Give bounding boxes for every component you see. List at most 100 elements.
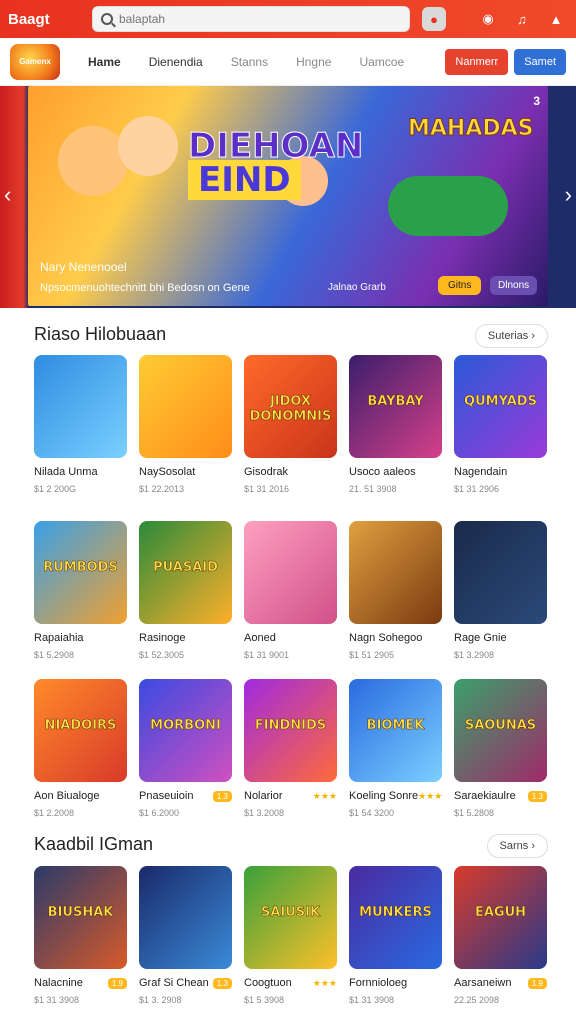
- site-logo[interactable]: Gamenx: [10, 43, 60, 80]
- game-title[interactable]: Rapaiahia: [34, 632, 84, 644]
- game-thumbnail[interactable]: MUNKERS: [349, 866, 442, 969]
- game-title[interactable]: Aarsaneiwn: [454, 977, 511, 989]
- game-title[interactable]: Usoco aaleos: [349, 466, 416, 478]
- see-all-button-2[interactable]: Sarns ›: [486, 834, 548, 858]
- game-title[interactable]: Nolarior: [244, 790, 283, 802]
- nav-link-2[interactable]: Dienendia: [149, 55, 203, 69]
- user-icon[interactable]: ▲: [544, 7, 568, 31]
- game-card[interactable]: RUMBODS Rapaiahia $1 5.2908: [34, 521, 127, 660]
- see-all-button-1[interactable]: Suterias ›: [474, 324, 548, 348]
- nav-link-home[interactable]: Hame: [88, 55, 121, 69]
- game-title[interactable]: Gisodrak: [244, 466, 288, 478]
- game-meta: $1 5.2908: [34, 650, 75, 660]
- game-thumbnail[interactable]: MORBONI: [139, 679, 232, 782]
- game-card[interactable]: MUNKERS Fornnioloeg $1 31 3908: [349, 866, 442, 1005]
- game-title[interactable]: NaySosolat: [139, 466, 195, 478]
- game-card[interactable]: MORBONI Pnaseuioin 1.3 $1 6.2000: [139, 679, 232, 818]
- hero-button-secondary[interactable]: Dlnons: [490, 276, 538, 295]
- game-title[interactable]: Koeling Sonre: [349, 790, 418, 802]
- game-card[interactable]: Nilada Unma $1 2 200G: [34, 355, 127, 494]
- search-bar[interactable]: [92, 6, 410, 32]
- game-title[interactable]: Coogtuon: [244, 977, 292, 989]
- game-card[interactable]: EAGUH Aarsaneiwn 1.9 22.25 2098: [454, 866, 547, 1005]
- game-card[interactable]: SAIUSIK Coogtuon ★★★ $1 5 3908: [244, 866, 337, 1005]
- primary-nav-button[interactable]: Nanmerr: [445, 48, 509, 75]
- chevron-left-icon[interactable]: ‹: [4, 182, 11, 208]
- game-card[interactable]: BAYBAY Usoco aaleos 21. 51 3908: [349, 355, 442, 494]
- card-title-row: Usoco aaleos: [349, 466, 442, 478]
- game-title[interactable]: Fornnioloeg: [349, 977, 407, 989]
- game-title[interactable]: Pnaseuioin: [139, 790, 193, 802]
- search-icon: [101, 13, 113, 25]
- game-card[interactable]: NIADOIRS Aon Biualoge $1 2.2008: [34, 679, 127, 818]
- game-title[interactable]: Aon Biualoge: [34, 790, 99, 802]
- star-rating-icon: ★★★: [418, 790, 443, 801]
- game-card[interactable]: Aoned $1 31 9001: [244, 521, 337, 660]
- game-thumbnail[interactable]: QUMYADS: [454, 355, 547, 458]
- game-meta: 22.25 2098: [454, 995, 500, 1005]
- game-card[interactable]: Rage Gnie $1 3.2908: [454, 521, 547, 660]
- hero-button-primary[interactable]: Gitns: [438, 276, 482, 295]
- game-art-text: JIDOX DONOMNIS: [249, 394, 332, 425]
- game-thumbnail[interactable]: [139, 355, 232, 458]
- game-art-text: RUMBODS: [43, 560, 118, 576]
- secondary-nav-button[interactable]: Samet: [514, 48, 566, 75]
- game-art-text: SAOUNAS: [464, 718, 537, 734]
- game-card[interactable]: PUASAID Rasinoge $1 52.3005: [139, 521, 232, 660]
- top-bar: Baagt ● ◉ ♫ ▲: [0, 0, 576, 38]
- nav-link-5[interactable]: Uamcoe: [359, 55, 404, 69]
- game-title[interactable]: Graf Si Chean: [139, 977, 209, 989]
- card-title-row: Aarsaneiwn 1.9: [454, 977, 547, 989]
- game-thumbnail[interactable]: BIOMEK: [349, 679, 442, 782]
- notification-icon[interactable]: ◉: [476, 7, 500, 31]
- nav-link-3[interactable]: Stanns: [231, 55, 268, 69]
- game-title[interactable]: Rage Gnie: [454, 632, 507, 644]
- game-thumbnail[interactable]: [139, 866, 232, 969]
- game-card[interactable]: SAOUNAS Saraekiaulre 1.3 $1 5.2808: [454, 679, 547, 818]
- game-title[interactable]: Saraekiaulre: [454, 790, 516, 802]
- game-thumbnail[interactable]: SAIUSIK: [244, 866, 337, 969]
- game-title[interactable]: Nagn Sohegoo: [349, 632, 422, 644]
- game-thumbnail[interactable]: BIUSHAK: [34, 866, 127, 969]
- game-card[interactable]: QUMYADS Nagendain $1 31 2906: [454, 355, 547, 494]
- search-input[interactable]: [119, 12, 389, 26]
- brand-name[interactable]: Baagt: [8, 11, 78, 28]
- game-thumbnail[interactable]: RUMBODS: [34, 521, 127, 624]
- game-thumbnail[interactable]: SAOUNAS: [454, 679, 547, 782]
- card-title-row: Nagendain: [454, 466, 547, 478]
- chevron-right-icon[interactable]: ›: [565, 182, 572, 208]
- game-thumbnail[interactable]: [244, 521, 337, 624]
- game-card[interactable]: BIOMEK Koeling Sonre ★★★ $1 54 3200: [349, 679, 442, 818]
- game-thumbnail[interactable]: FINDNIDS: [244, 679, 337, 782]
- game-title[interactable]: Nagendain: [454, 466, 507, 478]
- game-meta: 21. 51 3908: [349, 484, 397, 494]
- game-title[interactable]: Nilada Unma: [34, 466, 98, 478]
- game-thumbnail[interactable]: BAYBAY: [349, 355, 442, 458]
- game-title[interactable]: Aoned: [244, 632, 276, 644]
- game-card[interactable]: JIDOX DONOMNIS Gisodrak $1 31 2016: [244, 355, 337, 494]
- hero-banner[interactable]: DIEHOAN EIND MAHADAS 3 Nary Nenenooel Np…: [0, 86, 576, 308]
- game-card[interactable]: Graf Si Chean 1.3 $1 3. 2908: [139, 866, 232, 1005]
- game-thumbnail[interactable]: JIDOX DONOMNIS: [244, 355, 337, 458]
- card-title-row: Coogtuon ★★★: [244, 977, 337, 989]
- game-card[interactable]: Nagn Sohegoo $1 51 2905: [349, 521, 442, 660]
- card-title-row: Nolarior ★★★: [244, 790, 337, 802]
- game-thumbnail[interactable]: [349, 521, 442, 624]
- game-card[interactable]: NaySosolat $1 22.2013: [139, 355, 232, 494]
- mic-icon[interactable]: ●: [422, 7, 446, 31]
- music-icon[interactable]: ♫: [510, 7, 534, 31]
- game-card[interactable]: BIUSHAK Nalacnine 1.9 $1 31 3908: [34, 866, 127, 1005]
- game-thumbnail[interactable]: [454, 521, 547, 624]
- card-title-row: Nilada Unma: [34, 466, 127, 478]
- nav-link-4[interactable]: Hngne: [296, 55, 331, 69]
- card-title-row: Gisodrak: [244, 466, 337, 478]
- game-title[interactable]: Nalacnine: [34, 977, 83, 989]
- game-thumbnail[interactable]: PUASAID: [139, 521, 232, 624]
- game-card[interactable]: FINDNIDS Nolarior ★★★ $1 3.2008: [244, 679, 337, 818]
- star-rating-icon: ★★★: [312, 790, 337, 801]
- game-thumbnail[interactable]: EAGUH: [454, 866, 547, 969]
- game-title[interactable]: Rasinoge: [139, 632, 185, 644]
- game-thumbnail[interactable]: [34, 355, 127, 458]
- rating-badge: 1.3: [212, 790, 232, 802]
- game-thumbnail[interactable]: NIADOIRS: [34, 679, 127, 782]
